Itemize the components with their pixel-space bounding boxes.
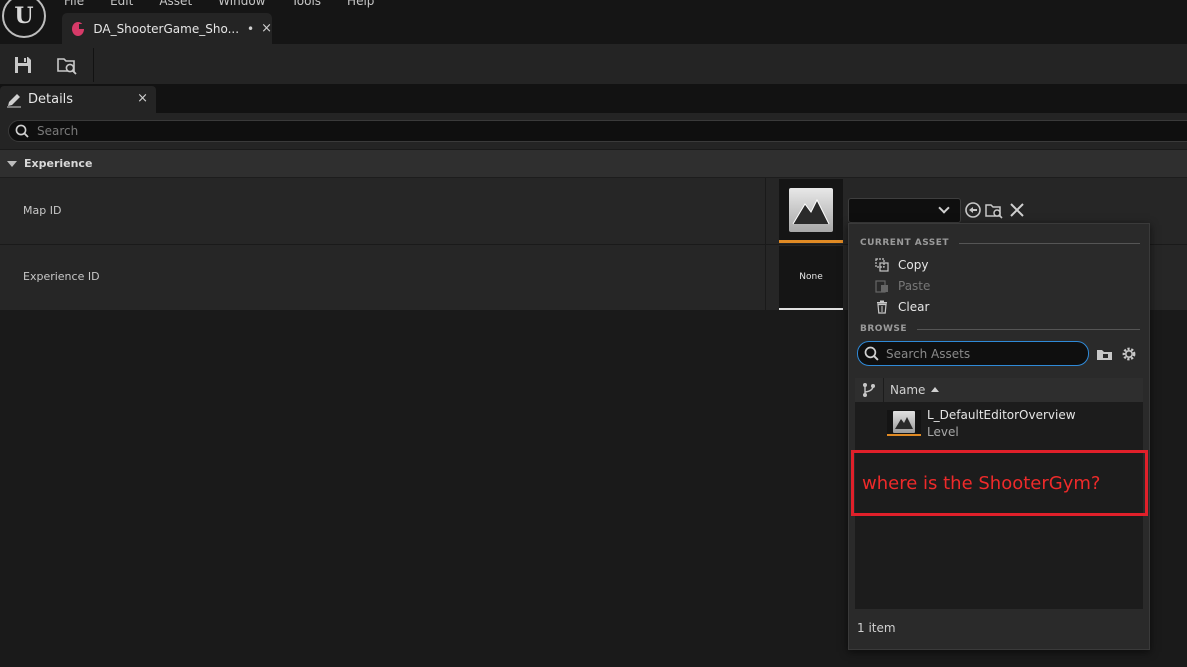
property-name: Experience ID: [23, 270, 100, 283]
sort-ascending-icon: [931, 387, 939, 392]
search-icon: [864, 346, 879, 361]
document-tab-label: DA_ShooterGame_Sho...: [93, 21, 240, 36]
title-bar: U File Edit Asset Window Tools Help DA_S…: [0, 0, 1187, 44]
column-splitter[interactable]: [765, 178, 766, 244]
asset-picker-popup: CURRENT ASSET Copy Paste Clear BROWSE Se…: [848, 223, 1150, 650]
menu-window[interactable]: Window: [218, 0, 265, 8]
current-asset-header: CURRENT ASSET: [860, 238, 1140, 248]
document-tab[interactable]: DA_ShooterGame_Sho... • ×: [62, 13, 272, 44]
details-search-box: [8, 120, 1187, 142]
unreal-logo-icon[interactable]: U: [2, 0, 46, 38]
asset-search-box: [857, 341, 1089, 366]
browse-to-asset-icon[interactable]: [56, 54, 78, 76]
map-thumbnail[interactable]: [779, 179, 843, 243]
details-tab-strip: Details ×: [0, 84, 1187, 113]
menu-help[interactable]: Help: [347, 0, 374, 8]
category-label: Experience: [24, 157, 93, 170]
experience-thumbnail[interactable]: None: [779, 246, 843, 310]
asset-list-header: Name: [855, 378, 1143, 402]
toolbar: [0, 44, 1187, 84]
pencil-icon: [7, 93, 21, 107]
browse-asset-icon[interactable]: [985, 201, 1003, 219]
category-experience[interactable]: Experience: [0, 150, 1187, 178]
menu-edit[interactable]: Edit: [110, 0, 133, 8]
menu-paste[interactable]: Paste: [875, 277, 930, 295]
annotation-text: where is the ShooterGym?: [862, 472, 1101, 494]
toolbar-separator: [93, 48, 94, 82]
use-selected-asset-icon[interactable]: [964, 201, 982, 219]
collapse-arrow-icon: [7, 160, 17, 167]
unsaved-marker: •: [247, 21, 255, 36]
details-search-input[interactable]: [37, 124, 637, 138]
menu-file[interactable]: File: [64, 0, 84, 8]
item-count: 1 item: [857, 621, 896, 635]
details-tab-label: Details: [28, 92, 74, 107]
menu-bar: File Edit Asset Window Tools Help: [64, 0, 400, 8]
column-separator: [883, 378, 884, 402]
column-splitter[interactable]: [765, 245, 766, 310]
clear-asset-icon[interactable]: [1008, 201, 1026, 219]
paste-icon: [875, 280, 888, 293]
menu-copy[interactable]: Copy: [875, 256, 928, 274]
none-label: None: [799, 272, 823, 282]
details-tab[interactable]: Details ×: [0, 86, 156, 113]
menu-clear[interactable]: Clear: [875, 298, 929, 316]
asset-search-input[interactable]: [886, 346, 1076, 361]
details-tab-close-button[interactable]: ×: [137, 91, 148, 106]
annotation-box: where is the ShooterGym?: [851, 450, 1148, 516]
details-search-row: [0, 113, 1187, 149]
document-tab-close-button[interactable]: ×: [261, 21, 272, 36]
chevron-down-icon: [938, 202, 950, 214]
folder-filter-icon[interactable]: [1096, 345, 1114, 363]
data-asset-icon: [72, 21, 86, 36]
gear-icon[interactable]: [1120, 345, 1138, 363]
asset-name: L_DefaultEditorOverview: [927, 408, 1076, 422]
menu-tools[interactable]: Tools: [291, 0, 321, 8]
asset-picker-combo[interactable]: [848, 198, 961, 223]
browse-header: BROWSE: [860, 324, 1140, 334]
property-name: Map ID: [23, 204, 62, 217]
asset-row[interactable]: L_DefaultEditorOverview Level: [855, 402, 1143, 444]
asset-type: Level: [927, 425, 959, 439]
source-control-branch-icon[interactable]: [861, 382, 877, 398]
search-icon: [15, 124, 29, 138]
level-icon: [789, 187, 833, 232]
level-icon: [893, 411, 915, 433]
trash-icon: [877, 300, 887, 314]
menu-asset[interactable]: Asset: [159, 0, 192, 8]
column-name-header[interactable]: Name: [890, 383, 925, 397]
copy-icon: [875, 258, 889, 272]
level-thumbnail: [887, 410, 921, 436]
save-icon[interactable]: [12, 54, 34, 76]
